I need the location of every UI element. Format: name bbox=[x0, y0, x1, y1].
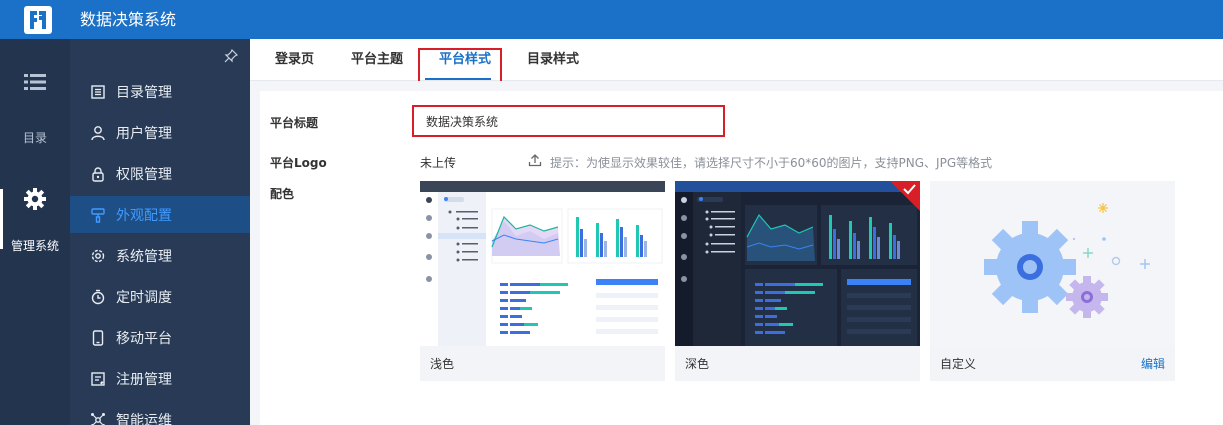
custom-theme-preview bbox=[930, 181, 1175, 346]
list-icon bbox=[24, 74, 46, 90]
sidebar-item-system[interactable]: 系统管理 bbox=[70, 237, 250, 274]
sidebar-item-label: 注册管理 bbox=[116, 371, 172, 388]
sidebar-item-label: 权限管理 bbox=[116, 166, 172, 183]
sidebar-item-label: 定时调度 bbox=[116, 289, 172, 306]
color-scheme-label: 配色 bbox=[270, 187, 295, 201]
sidebar-item-permissions[interactable]: 权限管理 bbox=[70, 155, 250, 192]
theme-card-dark[interactable]: 深色 bbox=[675, 181, 920, 381]
upload-icon[interactable] bbox=[528, 153, 542, 167]
sidebar-item-label: 用户管理 bbox=[116, 125, 172, 142]
rail-item-label: 目录 bbox=[22, 131, 47, 145]
logo-upload-status: 未上传 bbox=[420, 156, 457, 170]
tab-platform-theme[interactable]: 平台主题 bbox=[351, 39, 403, 81]
mobile-icon bbox=[92, 329, 104, 346]
pin-icon[interactable] bbox=[224, 49, 238, 63]
tab-bar: 登录页 平台主题 平台样式 目录样式 bbox=[250, 39, 1223, 83]
theme-card-label: 深色 bbox=[685, 357, 710, 371]
timer-icon bbox=[91, 289, 105, 304]
user-icon bbox=[91, 125, 105, 140]
logo-icon bbox=[24, 6, 52, 34]
sidebar-item-label: 目录管理 bbox=[116, 84, 172, 101]
rail-active-indicator bbox=[0, 189, 3, 249]
theme-card-label: 自定义 bbox=[940, 357, 977, 371]
sidebar-item-ops[interactable]: 智能运维 bbox=[70, 401, 250, 425]
sidebar-item-mobile[interactable]: 移动平台 bbox=[70, 319, 250, 356]
left-rail: 目录 管理系统 bbox=[0, 39, 70, 425]
sidebar-item-appearance[interactable]: 外观配置 bbox=[70, 196, 250, 233]
sidebar-item-label: 系统管理 bbox=[116, 248, 172, 265]
logo-hint: 提示：为使显示效果较佳，请选择尺寸不小于60*60的图片，支持PNG、JPG等格… bbox=[550, 156, 993, 170]
sidebar-item-label: 智能运维 bbox=[116, 412, 172, 425]
gear-icon bbox=[24, 188, 46, 210]
brush-icon bbox=[91, 207, 105, 223]
sidebar-item-users[interactable]: 用户管理 bbox=[70, 114, 250, 151]
rail-item-admin[interactable]: 管理系统 bbox=[0, 177, 70, 257]
sidebar: 目录管理 用户管理 权限管理 外观配置 系统管理 定时调度 移动平台 注册管理 … bbox=[70, 39, 250, 425]
edit-theme-link[interactable]: 编辑 bbox=[1141, 355, 1165, 372]
sidebar-item-label: 外观配置 bbox=[116, 207, 172, 224]
sidebar-item-register[interactable]: 注册管理 bbox=[70, 360, 250, 397]
catalog-icon bbox=[91, 84, 105, 99]
rail-item-catalog[interactable]: 目录 bbox=[0, 73, 70, 145]
app-title: 数据决策系统 bbox=[80, 10, 177, 29]
sidebar-item-schedule[interactable]: 定时调度 bbox=[70, 278, 250, 315]
ops-icon bbox=[91, 412, 105, 425]
light-theme-preview bbox=[420, 181, 665, 346]
top-bar: 数据决策系统 bbox=[0, 0, 1223, 39]
platform-title-input[interactable] bbox=[412, 105, 725, 137]
register-icon bbox=[91, 371, 105, 386]
lock-icon bbox=[92, 166, 104, 182]
platform-logo-label: 平台Logo bbox=[270, 156, 327, 170]
theme-card-light[interactable]: 浅色 bbox=[420, 181, 665, 381]
theme-card-custom[interactable]: 自定义 编辑 bbox=[930, 181, 1175, 381]
rail-item-label: 管理系统 bbox=[10, 239, 59, 253]
dark-theme-preview bbox=[675, 181, 920, 346]
tab-login-page[interactable]: 登录页 bbox=[275, 39, 314, 81]
tab-highlight-box bbox=[418, 48, 502, 83]
settings-icon bbox=[91, 249, 105, 262]
theme-card-label: 浅色 bbox=[430, 357, 455, 371]
platform-title-label: 平台标题 bbox=[270, 116, 319, 130]
sidebar-item-label: 移动平台 bbox=[116, 330, 172, 347]
sidebar-item-catalog[interactable]: 目录管理 bbox=[70, 73, 250, 110]
tab-catalog-style[interactable]: 目录样式 bbox=[527, 39, 579, 81]
